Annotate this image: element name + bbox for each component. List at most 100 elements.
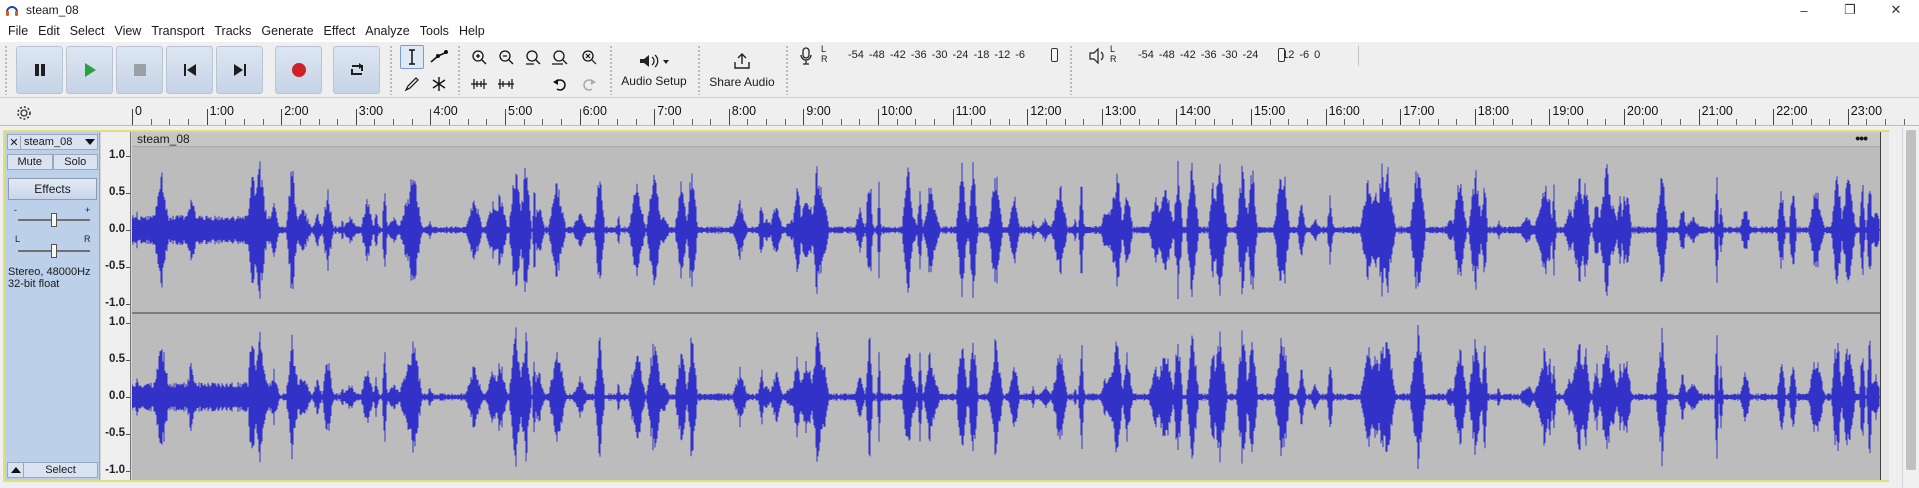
meter-tick: -48 bbox=[1158, 49, 1175, 61]
meter-slider-handle[interactable] bbox=[1278, 48, 1285, 62]
menu-help[interactable]: Help bbox=[454, 20, 490, 42]
menu-transport[interactable]: Transport bbox=[146, 20, 209, 42]
minimize-button[interactable]: – bbox=[1781, 0, 1827, 20]
ruler-minor-tick bbox=[262, 119, 264, 125]
microphone-icon[interactable] bbox=[798, 47, 814, 65]
menu-view[interactable]: View bbox=[109, 20, 146, 42]
pan-slider[interactable] bbox=[18, 244, 90, 258]
maximize-button[interactable]: ❐ bbox=[1827, 0, 1873, 20]
fit-project-button[interactable] bbox=[548, 45, 572, 69]
toolbar-grip[interactable] bbox=[697, 45, 701, 95]
track-name[interactable]: steam_08 bbox=[21, 136, 83, 148]
track-menu-chevron-icon[interactable] bbox=[83, 139, 97, 145]
toolbar-grip[interactable] bbox=[785, 45, 789, 95]
clip-title-bar[interactable]: steam_08 ••• bbox=[132, 130, 1881, 147]
loop-icon bbox=[350, 63, 363, 75]
toolbar-grip[interactable] bbox=[1069, 45, 1073, 95]
record-button[interactable] bbox=[275, 46, 322, 94]
ruler-minor-tick bbox=[1866, 119, 1868, 125]
ruler-minor-tick bbox=[1195, 119, 1197, 125]
zoom-toggle-button[interactable] bbox=[577, 45, 601, 69]
menu-tracks[interactable]: Tracks bbox=[209, 20, 256, 42]
ruler-minor-tick bbox=[374, 119, 376, 125]
vertical-scrollbar[interactable] bbox=[1902, 127, 1919, 488]
meter-slider-handle[interactable] bbox=[1051, 48, 1058, 62]
playback-meter[interactable]: -54 -48 -42 -36 -30 -24 -12 -6 0 bbox=[1122, 45, 1362, 65]
ruler-time-label: 21:00 bbox=[1701, 104, 1733, 118]
play-button[interactable] bbox=[66, 46, 113, 94]
silence-audio-icon bbox=[498, 79, 514, 89]
speaker-icon[interactable] bbox=[1088, 47, 1106, 65]
ruler-minor-tick bbox=[915, 119, 917, 125]
trim-button[interactable] bbox=[467, 72, 491, 96]
record-meter[interactable]: -54 -48 -42 -36 -30 -24 -18 -12 -6 bbox=[832, 45, 1058, 65]
zoom-in-button[interactable] bbox=[467, 45, 491, 69]
waveform-right-channel[interactable] bbox=[132, 315, 1880, 479]
toolbar-grip[interactable] bbox=[389, 45, 393, 95]
stop-button[interactable] bbox=[116, 46, 163, 94]
pause-button[interactable] bbox=[16, 46, 63, 94]
ruler-minor-tick bbox=[691, 119, 693, 125]
pan-slider-thumb[interactable] bbox=[51, 244, 57, 258]
close-button[interactable]: ✕ bbox=[1873, 0, 1919, 20]
ruler-time-label: 8:00 bbox=[731, 104, 757, 118]
zoom-fit-icon bbox=[552, 50, 568, 65]
menu-select[interactable]: Select bbox=[65, 20, 110, 42]
ruler-time-label: 3:00 bbox=[358, 104, 384, 118]
loop-button[interactable] bbox=[333, 46, 380, 94]
selection-tool[interactable] bbox=[400, 45, 424, 69]
ruler-minor-tick bbox=[1754, 119, 1756, 125]
ruler-minor-tick bbox=[1381, 119, 1383, 125]
ruler-minor-tick bbox=[542, 119, 544, 125]
audacity-logo-icon bbox=[5, 3, 19, 17]
multi-tool[interactable] bbox=[427, 72, 451, 96]
menu-file[interactable]: File bbox=[3, 20, 33, 42]
close-track-icon[interactable]: ✕ bbox=[8, 135, 21, 149]
amplitude-ruler[interactable]: 1.0 0.5 0.0 -0.5 -1.0 1.0 0.5 0.0 -0.5 -1.0 bbox=[101, 132, 131, 480]
effects-button[interactable]: Effects bbox=[8, 178, 97, 200]
menu-effect[interactable]: Effect bbox=[319, 20, 361, 42]
solo-button[interactable]: Solo bbox=[52, 154, 98, 170]
menu-analyze[interactable]: Analyze bbox=[360, 20, 414, 42]
skip-to-start-button[interactable] bbox=[166, 46, 213, 94]
ruler-minor-tick bbox=[1493, 119, 1495, 125]
zoom-out-button[interactable] bbox=[494, 45, 518, 69]
share-audio-button[interactable]: Share Audio bbox=[707, 46, 777, 94]
audio-clip[interactable]: steam_08 ••• bbox=[132, 130, 1881, 480]
envelope-tool[interactable] bbox=[427, 45, 451, 69]
gear-icon[interactable] bbox=[14, 103, 34, 123]
timeline-ruler[interactable]: 0 1:00 2:00 3:00 4:00 5:00 6:00 7:00 8:00 9:00 10:… bbox=[0, 99, 1919, 126]
ruler-minor-tick bbox=[598, 119, 600, 125]
gain-slider[interactable] bbox=[18, 213, 90, 227]
select-track-button[interactable]: Select bbox=[24, 463, 97, 477]
skip-to-end-button[interactable] bbox=[216, 46, 263, 94]
stop-icon bbox=[133, 64, 146, 76]
toolbar-grip[interactable] bbox=[609, 45, 613, 95]
ruler-major-tick bbox=[505, 109, 506, 125]
ruler-minor-tick bbox=[337, 119, 339, 125]
audio-setup-button[interactable]: Audio Setup bbox=[619, 46, 689, 94]
undo-button[interactable] bbox=[548, 72, 572, 96]
meter-tick: -30 bbox=[1221, 49, 1238, 61]
menu-tools[interactable]: Tools bbox=[415, 20, 454, 42]
scrollbar-thumb[interactable] bbox=[1906, 130, 1916, 470]
silence-button[interactable] bbox=[494, 72, 518, 96]
ruler-time-label: 9:00 bbox=[806, 104, 831, 118]
clip-menu-icon[interactable]: ••• bbox=[1855, 130, 1868, 146]
mute-button[interactable]: Mute bbox=[7, 154, 53, 170]
toolbar-grip[interactable] bbox=[4, 45, 8, 95]
redo-button[interactable] bbox=[577, 72, 601, 96]
collapse-track-icon[interactable] bbox=[8, 463, 24, 477]
ruler-minor-tick bbox=[1213, 119, 1215, 125]
menu-edit[interactable]: Edit bbox=[33, 20, 65, 42]
draw-tool[interactable] bbox=[400, 72, 424, 96]
fit-selection-button[interactable] bbox=[521, 45, 545, 69]
toolbar-grip[interactable] bbox=[457, 45, 461, 95]
ruler-major-tick bbox=[1101, 109, 1103, 125]
ruler-major-tick bbox=[1176, 109, 1178, 125]
waveform-left-channel[interactable] bbox=[132, 148, 1880, 312]
ruler-minor-tick bbox=[1288, 119, 1290, 125]
meter-tick: -36 bbox=[1200, 49, 1217, 61]
menu-generate[interactable]: Generate bbox=[256, 20, 318, 42]
gain-slider-thumb[interactable] bbox=[51, 213, 57, 227]
